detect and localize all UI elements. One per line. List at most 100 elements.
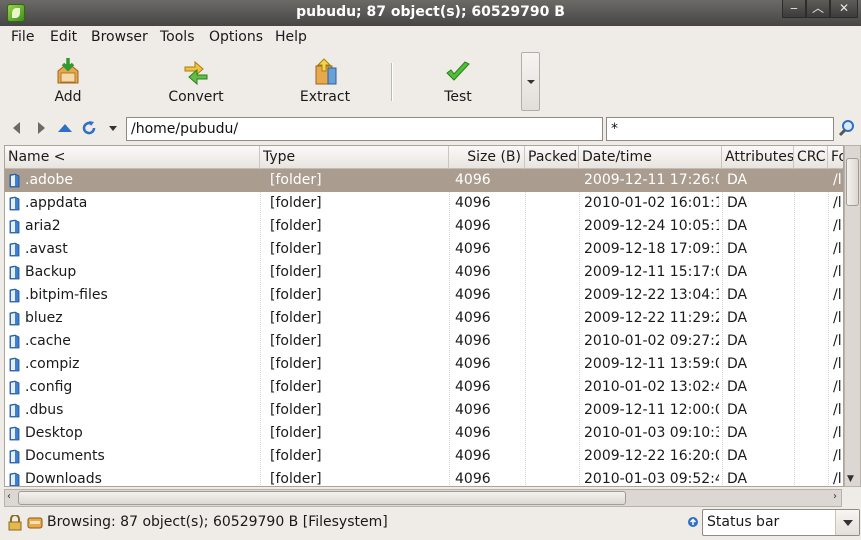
cell-size: 4096 [455, 195, 491, 211]
main-window: pubudu; 87 object(s); 60529790 B ‒ ︿ ✕ F… [0, 0, 861, 540]
table-row[interactable]: Backup [folder] 4096 2009-12-11 15:17:04 DA /… [5, 261, 843, 284]
cell-size: 4096 [455, 333, 491, 349]
vertical-scroll-thumb[interactable] [846, 158, 859, 206]
table-row[interactable]: .appdata [folder] 4096 2010-01-02 16:01:15 D… [5, 192, 843, 215]
extract-button[interactable]: Extract [275, 55, 375, 111]
cell-fo: /l [833, 241, 842, 257]
maximize-button[interactable]: ︿ [806, 0, 830, 18]
checkmark-icon [446, 61, 470, 81]
cell-size: 4096 [455, 402, 491, 418]
column-header-attributes[interactable]: Attributes [722, 146, 794, 169]
extract-label: Extract [299, 89, 351, 105]
horizontal-scrollbar[interactable]: ‹ › [4, 489, 842, 507]
refresh-icon[interactable] [80, 119, 98, 137]
up-icon[interactable] [56, 119, 74, 137]
cell-date: 2009-12-24 10:05:17 [584, 218, 719, 234]
cell-size: 4096 [455, 264, 491, 280]
path-input[interactable] [126, 117, 603, 141]
forward-icon[interactable] [32, 119, 50, 137]
table-row[interactable]: .avast [folder] 4096 2009-12-18 17:09:17 DA /… [5, 238, 843, 261]
cell-fo: /l [833, 218, 842, 234]
scroll-left-arrow-icon[interactable]: ‹ [7, 491, 11, 502]
column-header-datetime[interactable]: Date/time [579, 146, 722, 169]
column-header-packed[interactable]: Packed [525, 146, 579, 169]
cell-name: .bitpim-files [25, 287, 108, 303]
test-button[interactable]: Test [408, 55, 508, 111]
chevron-down-icon[interactable] [835, 510, 859, 535]
status-bar-selector[interactable]: Status bar [702, 509, 860, 536]
folder-icon [9, 380, 20, 395]
column-header-name[interactable]: Name < [5, 146, 260, 169]
history-dropdown-icon[interactable] [104, 119, 122, 137]
folder-icon [9, 311, 20, 326]
cell-type: [folder] [270, 241, 322, 257]
menu-browser[interactable]: Browser [91, 29, 148, 45]
cell-type: [folder] [270, 333, 322, 349]
scroll-down-arrow-icon[interactable]: ▼ [847, 474, 854, 484]
table-row[interactable]: .cache [folder] 4096 2010-01-02 09:27:21 DA /… [5, 330, 843, 353]
folder-icon [9, 242, 20, 257]
table-row[interactable]: .adobe [folder] 4096 2009-12-11 17:26:01 DA /… [5, 169, 843, 192]
cell-name: .avast [25, 241, 68, 257]
table-row[interactable]: .config [folder] 4096 2010-01-02 13:02:44 DA… [5, 376, 843, 399]
lock-icon [8, 515, 22, 531]
cell-name: .config [25, 379, 73, 395]
status-bar-selector-value: Status bar [707, 514, 780, 530]
cell-name: aria2 [25, 218, 61, 234]
cell-date: 2009-12-11 15:17:04 [584, 264, 719, 280]
convert-label: Convert [168, 89, 224, 105]
info-icon [688, 517, 698, 527]
window-title: pubudu; 87 object(s); 60529790 B [296, 4, 565, 20]
menu-help[interactable]: Help [275, 29, 307, 45]
folder-icon [9, 196, 20, 211]
cell-attr: DA [727, 425, 748, 441]
cell-type: [folder] [270, 448, 322, 464]
menu-edit[interactable]: Edit [50, 29, 77, 45]
add-button[interactable]: Add [18, 55, 118, 111]
column-header-type[interactable]: Type [260, 146, 449, 169]
toolbar-more-dropdown[interactable] [521, 52, 540, 111]
convert-button[interactable]: Convert [146, 55, 246, 111]
column-header-folder[interactable]: Fo [828, 146, 843, 169]
table-row[interactable]: .compiz [folder] 4096 2009-12-11 13:59:01 DA… [5, 353, 843, 376]
vertical-scrollbar[interactable]: ▼ [844, 145, 861, 487]
scroll-right-arrow-icon[interactable]: › [833, 491, 837, 502]
table-row[interactable]: aria2 [folder] 4096 2009-12-24 10:05:17 DA/l [5, 215, 843, 238]
cell-size: 4096 [455, 425, 491, 441]
table-row[interactable]: Desktop [folder] 4096 2010-01-03 09:10:37 DA… [5, 422, 843, 445]
menu-options[interactable]: Options [209, 29, 263, 45]
table-row[interactable]: .bitpim-files [folder] 4096 2009-12-22 13:0… [5, 284, 843, 307]
cell-attr: DA [727, 310, 748, 326]
cell-name: .dbus [25, 402, 64, 418]
test-label: Test [444, 89, 472, 105]
horizontal-scroll-thumb[interactable] [18, 491, 626, 505]
cell-name: .adobe [25, 172, 73, 188]
file-list[interactable]: Name < Type Size (B) Packed Date/time At… [4, 145, 844, 487]
menu-tools[interactable]: Tools [160, 29, 195, 45]
cell-fo: /l [833, 287, 842, 303]
minimize-button[interactable]: ‒ [782, 0, 806, 18]
table-row[interactable]: .dbus [folder] 4096 2009-12-11 12:00:07 DA/l [5, 399, 843, 422]
cell-attr: DA [727, 448, 748, 464]
cell-type: [folder] [270, 356, 322, 372]
folder-icon [9, 288, 20, 303]
cell-size: 4096 [455, 172, 491, 188]
column-header-crc[interactable]: CRC [794, 146, 828, 169]
menu-file[interactable]: File [11, 29, 34, 45]
cell-fo: /l [833, 402, 842, 418]
cell-fo: /l [833, 333, 842, 349]
table-row[interactable]: Downloads [folder] 4096 2010-01-03 09:52:46… [5, 468, 843, 487]
back-icon[interactable] [8, 119, 26, 137]
table-row[interactable]: bluez [folder] 4096 2009-12-22 11:29:29 DA/l [5, 307, 843, 330]
title-bar[interactable]: pubudu; 87 object(s); 60529790 B ‒ ︿ ✕ [0, 0, 861, 26]
table-row[interactable]: Documents [folder] 4096 2009-12-22 16:20:04… [5, 445, 843, 468]
add-label: Add [54, 89, 82, 105]
search-icon[interactable] [838, 119, 856, 137]
drive-icon [27, 517, 43, 529]
column-header-size[interactable]: Size (B) [449, 146, 525, 169]
close-button[interactable]: ✕ [830, 0, 858, 18]
filter-input[interactable] [606, 117, 834, 141]
cell-name: .compiz [25, 356, 80, 372]
cell-type: [folder] [270, 471, 322, 487]
cell-fo: /l [833, 195, 842, 211]
